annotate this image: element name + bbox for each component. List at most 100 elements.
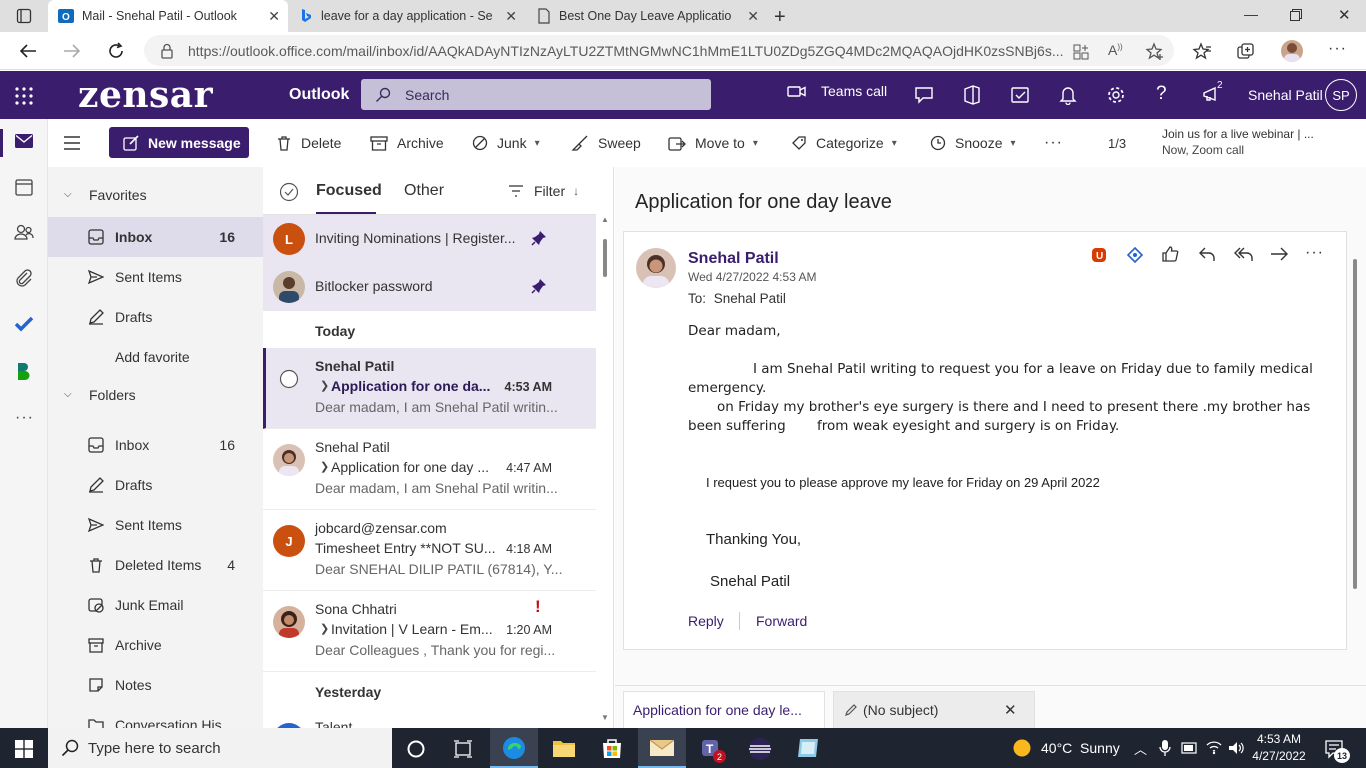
chevron-up-icon[interactable]: ︿ <box>1134 739 1147 758</box>
recipient-name[interactable]: Snehal Patil <box>714 291 786 306</box>
todo-icon[interactable] <box>1010 85 1030 105</box>
tab-actions-icon[interactable] <box>16 8 32 24</box>
junk-button[interactable]: Junk ▾ <box>472 119 540 167</box>
scrollbar-thumb[interactable] <box>603 239 607 277</box>
more-actions-icon[interactable]: ··· <box>1305 244 1324 262</box>
calendar-icon[interactable] <box>15 178 33 196</box>
pinned-message[interactable]: Bitlocker password <box>263 263 596 311</box>
more-apps-icon[interactable]: ··· <box>15 409 34 427</box>
message-row[interactable]: Sona Chhatri ! ❯ Invitation | V Learn - … <box>263 591 596 672</box>
forward-link[interactable]: Forward <box>756 613 807 629</box>
list-scrollbar[interactable]: ▲ ▼ <box>600 215 610 728</box>
eclipse-icon[interactable] <box>747 737 773 761</box>
folder-conversation-history[interactable]: Conversation His <box>48 705 263 728</box>
pinned-message[interactable]: L Inviting Nominations | Register... <box>263 215 596 263</box>
sweep-button[interactable]: Sweep <box>571 119 641 167</box>
close-tab-icon[interactable]: ✕ <box>747 8 759 25</box>
pin-icon[interactable] <box>531 278 547 294</box>
people-icon[interactable] <box>14 223 34 241</box>
forward-icon[interactable] <box>1269 245 1289 263</box>
forward-icon[interactable] <box>62 41 82 61</box>
app-available-icon[interactable] <box>1072 43 1090 61</box>
refresh-icon[interactable] <box>106 41 126 61</box>
folder-junk[interactable]: Junk Email <box>48 585 263 625</box>
read-aloud-icon[interactable]: A)) <box>1108 42 1123 58</box>
browser-tab-bing[interactable]: leave for a day application - Sear ✕ <box>289 0 525 32</box>
reply-icon[interactable] <box>1198 245 1216 263</box>
folder-deleted[interactable]: Deleted Items 4 <box>48 545 263 585</box>
message-row[interactable]: Snehal Patil ❯ Application for one day .… <box>263 429 596 510</box>
windows-start-icon[interactable] <box>15 740 33 758</box>
archive-button[interactable]: Archive <box>370 119 444 167</box>
teams-call-button[interactable]: Teams call <box>787 83 887 99</box>
folder-notes[interactable]: Notes <box>48 665 263 705</box>
app-launcher-icon[interactable] <box>15 87 33 105</box>
attachment-icon[interactable] <box>15 269 33 287</box>
draft-tab[interactable]: (No subject) ✕ <box>833 691 1035 728</box>
pin-icon[interactable] <box>531 230 547 246</box>
folder-sent-favorite[interactable]: Sent Items <box>48 257 263 297</box>
edge-taskbar-button[interactable] <box>490 728 538 768</box>
clock-date[interactable]: 4/27/2022 <box>1252 749 1306 763</box>
reminder-pager[interactable]: 1/3 <box>1108 119 1126 167</box>
move-to-button[interactable]: Move to ▾ <box>668 119 758 167</box>
wifi-icon[interactable] <box>1205 739 1223 755</box>
taskbar-search[interactable]: Type here to search <box>48 728 392 768</box>
office-icon[interactable] <box>962 85 982 105</box>
draft-tab-active[interactable]: Application for one day le... <box>623 691 825 728</box>
like-icon[interactable] <box>1161 245 1179 263</box>
todo-check-icon[interactable] <box>14 316 34 332</box>
microphone-icon[interactable] <box>1159 739 1171 757</box>
weather-text[interactable]: 40°C Sunny <box>1041 740 1120 756</box>
gear-icon[interactable] <box>1106 85 1126 105</box>
delete-button[interactable]: Delete <box>276 119 341 167</box>
volume-icon[interactable] <box>1228 740 1246 756</box>
restore-icon[interactable] <box>1290 9 1302 21</box>
close-tab-icon[interactable]: ✕ <box>505 8 517 25</box>
remote-desktop-icon[interactable] <box>796 737 820 759</box>
tab-focused[interactable]: Focused <box>316 182 382 200</box>
office-addin-icon[interactable]: U <box>1090 246 1108 264</box>
close-window-icon[interactable]: ✕ <box>1338 6 1351 24</box>
user-avatar[interactable]: SP <box>1325 79 1357 111</box>
close-tab-icon[interactable]: ✕ <box>268 8 280 25</box>
select-circle-icon[interactable] <box>279 369 299 389</box>
reply-all-icon[interactable] <box>1233 245 1255 263</box>
minimize-icon[interactable]: — <box>1244 6 1258 22</box>
reminder-title[interactable]: Join us for a live webinar | ... <box>1162 127 1314 141</box>
snooze-button[interactable]: Snooze ▾ <box>930 119 1016 167</box>
browser-menu-icon[interactable]: ··· <box>1328 40 1347 58</box>
url-field[interactable]: https://outlook.office.com/mail/inbox/id… <box>144 35 1174 66</box>
more-commands-icon[interactable]: ··· <box>1044 119 1063 167</box>
chat-icon[interactable] <box>914 85 934 105</box>
search-input[interactable]: Search <box>361 79 711 110</box>
mail-icon[interactable] <box>15 134 33 148</box>
message-row[interactable]: J jobcard@zensar.com Timesheet Entry **N… <box>263 510 596 591</box>
bookings-icon[interactable] <box>16 361 32 381</box>
browser-tab-leave-app[interactable]: Best One Day Leave Application ✕ <box>527 0 767 32</box>
reading-scrollbar[interactable] <box>1351 243 1359 683</box>
cortana-icon[interactable] <box>406 739 426 759</box>
loop-icon[interactable] <box>1126 246 1144 264</box>
sender-avatar[interactable] <box>636 248 676 288</box>
file-explorer-icon[interactable] <box>552 737 576 759</box>
scrollbar-thumb[interactable] <box>1353 259 1357 589</box>
back-icon[interactable] <box>18 41 38 61</box>
browser-tab-outlook[interactable]: O Mail - Snehal Patil - Outlook ✕ <box>48 0 288 32</box>
user-name[interactable]: Snehal Patil <box>1248 87 1323 103</box>
battery-icon[interactable] <box>1181 740 1199 756</box>
filter-button[interactable]: Filter ↓ <box>508 183 579 199</box>
folder-drafts-favorite[interactable]: Drafts <box>48 297 263 337</box>
add-favorite-icon[interactable] <box>1145 42 1165 62</box>
add-favorite-link[interactable]: Add favorite <box>48 337 263 377</box>
collections-icon[interactable] <box>1236 42 1256 62</box>
store-icon[interactable] <box>600 736 624 760</box>
mail-taskbar-button[interactable] <box>638 728 686 768</box>
close-draft-icon[interactable]: ✕ <box>1004 701 1017 719</box>
hamburger-icon[interactable] <box>64 136 80 150</box>
sender-name[interactable]: Snehal Patil <box>688 250 779 268</box>
favorites-header[interactable]: ⌵ Favorites <box>48 175 263 215</box>
folders-header[interactable]: ⌵ Folders <box>48 375 263 415</box>
bell-icon[interactable] <box>1058 85 1078 105</box>
new-tab-icon[interactable]: + <box>774 6 786 29</box>
